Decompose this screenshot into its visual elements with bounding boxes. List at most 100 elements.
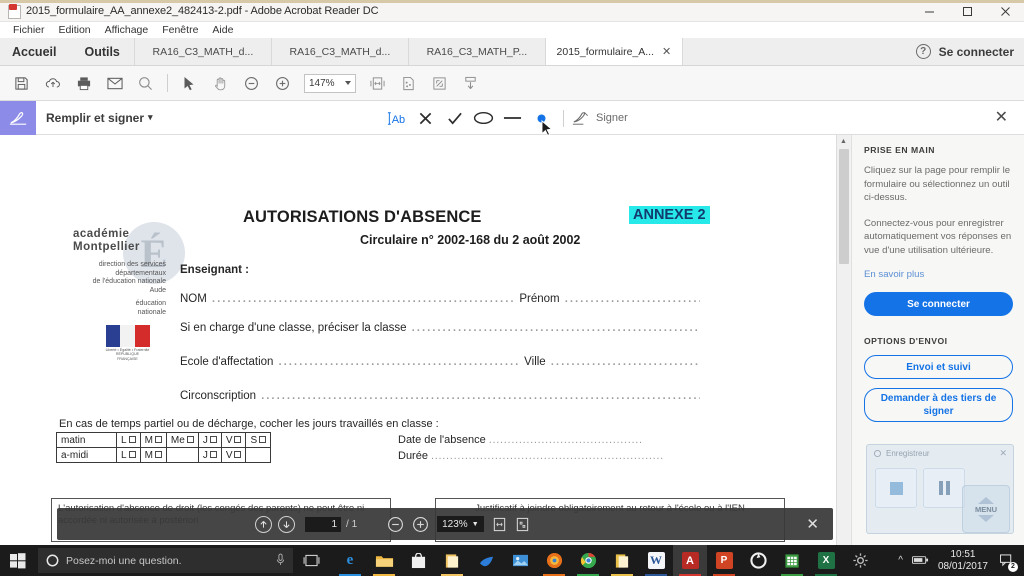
help-icon[interactable]: ? bbox=[916, 44, 931, 59]
cloud-upload-icon[interactable] bbox=[37, 68, 68, 99]
zoom-in-icon[interactable] bbox=[267, 68, 298, 99]
tab-document-3[interactable]: RA16_C3_MATH_P... bbox=[409, 38, 546, 65]
tab-accueil[interactable]: Accueil bbox=[0, 38, 70, 65]
taskbar-app-microsoft-store[interactable] bbox=[401, 545, 435, 576]
recorder-close-icon[interactable]: ✕ bbox=[999, 448, 1007, 459]
taskbar-app-word[interactable]: W bbox=[639, 545, 673, 576]
taskbar-app-notes[interactable] bbox=[435, 545, 469, 576]
cell-amidi-mardi[interactable]: M bbox=[140, 448, 166, 463]
checkbox-matin-mercredi[interactable] bbox=[187, 436, 194, 443]
checkbox-amidi-lundi[interactable] bbox=[129, 451, 136, 458]
cortana-search-box[interactable]: Posez-moi une question. bbox=[38, 548, 293, 573]
page-number-input[interactable]: 1 bbox=[305, 517, 341, 532]
minimize-button[interactable] bbox=[910, 0, 948, 22]
en-savoir-plus-link[interactable]: En savoir plus bbox=[864, 269, 1012, 280]
scroll-up-icon[interactable]: ▲ bbox=[837, 135, 850, 148]
cell-amidi-mercredi-empty[interactable] bbox=[166, 448, 198, 463]
microphone-icon[interactable] bbox=[276, 553, 285, 569]
tray-expand-caret-icon[interactable]: ^ bbox=[898, 555, 903, 566]
checkbox-matin-vendredi[interactable] bbox=[234, 436, 241, 443]
menu-aide[interactable]: Aide bbox=[205, 24, 240, 36]
ville-dotted-line[interactable]: ........................................… bbox=[550, 352, 700, 369]
checkbox-amidi-jeudi[interactable] bbox=[210, 451, 217, 458]
cell-matin-mercredi[interactable]: Me bbox=[166, 433, 198, 448]
viewer-vertical-scrollbar[interactable]: ▲ bbox=[836, 135, 850, 545]
menu-fichier[interactable]: Fichier bbox=[6, 24, 52, 36]
signer-button[interactable]: Signer bbox=[571, 110, 628, 127]
email-icon[interactable] bbox=[99, 68, 130, 99]
taskbar-app-open-sankore[interactable] bbox=[741, 545, 775, 576]
fit-page-icon[interactable] bbox=[393, 68, 424, 99]
taskbar-app-photos[interactable] bbox=[503, 545, 537, 576]
tab-document-1[interactable]: RA16_C3_MATH_d... bbox=[135, 38, 272, 65]
sign-in-link[interactable]: Se connecter bbox=[939, 45, 1014, 59]
zoom-out-icon[interactable] bbox=[236, 68, 267, 99]
checkbox-matin-mardi[interactable] bbox=[155, 436, 162, 443]
taskbar-app-acrobat-reader[interactable]: A bbox=[673, 545, 707, 576]
ecole-dotted-line[interactable]: ........................................… bbox=[278, 352, 520, 369]
cross-tool-icon[interactable] bbox=[411, 103, 440, 133]
checkbox-matin-samedi[interactable] bbox=[259, 436, 266, 443]
text-tool-icon[interactable]: Ab bbox=[382, 103, 411, 133]
next-page-icon[interactable] bbox=[278, 516, 295, 533]
envoi-et-suivi-button[interactable]: Envoi et suivi bbox=[864, 355, 1013, 379]
checkbox-matin-lundi[interactable] bbox=[129, 436, 136, 443]
taskbar-app-excel[interactable]: X bbox=[809, 545, 843, 576]
cell-matin-vendredi[interactable]: V bbox=[221, 433, 246, 448]
se-connecter-button[interactable]: Se connecter bbox=[864, 292, 1013, 316]
date-absence-dotted-line[interactable]: ........................................… bbox=[489, 434, 643, 446]
task-view-icon[interactable] bbox=[293, 554, 329, 567]
cell-amidi-lundi[interactable]: L bbox=[117, 448, 141, 463]
zoom-level-dropdown[interactable]: 147% bbox=[304, 74, 356, 93]
prenom-dotted-line[interactable]: ........................................… bbox=[564, 289, 700, 306]
scrollbar-thumb[interactable] bbox=[839, 149, 849, 264]
taskbar-app-teamviewer[interactable] bbox=[469, 545, 503, 576]
close-button[interactable] bbox=[986, 0, 1024, 22]
line-tool-icon[interactable] bbox=[498, 103, 527, 133]
notification-icon[interactable]: 2 bbox=[997, 551, 1017, 571]
tab-document-2[interactable]: RA16_C3_MATH_d... bbox=[272, 38, 409, 65]
fullscreen-icon[interactable] bbox=[424, 68, 455, 99]
taskbar-app-chrome[interactable] bbox=[571, 545, 605, 576]
close-fill-sign-icon[interactable]: ✕ bbox=[995, 110, 1008, 126]
maximize-button[interactable] bbox=[948, 0, 986, 22]
page-nav-zoom-out-icon[interactable] bbox=[387, 516, 404, 533]
circonscription-dotted-line[interactable]: ........................................… bbox=[261, 386, 700, 403]
search-icon[interactable] bbox=[130, 68, 161, 99]
cell-matin-jeudi[interactable]: J bbox=[198, 433, 221, 448]
windows-start-icon[interactable] bbox=[0, 545, 36, 576]
recorder-stop-button[interactable] bbox=[875, 468, 917, 508]
close-page-nav-icon[interactable]: ✕ bbox=[806, 517, 819, 532]
tab-document-4-active[interactable]: 2015_formulaire_A... ✕ bbox=[546, 38, 683, 65]
page-nav-fit-page-icon[interactable] bbox=[492, 517, 507, 532]
battery-icon[interactable] bbox=[912, 552, 929, 570]
taskbar-app-settings[interactable] bbox=[843, 545, 877, 576]
menu-fenetre[interactable]: Fenêtre bbox=[155, 24, 205, 36]
cell-matin-samedi[interactable]: S bbox=[246, 433, 271, 448]
nom-dotted-line[interactable]: ........................................… bbox=[211, 289, 515, 306]
clock[interactable]: 10:51 08/01/2017 bbox=[938, 549, 988, 573]
pdf-page[interactable]: AUTORISATIONS D'ABSENCE Circulaire n° 20… bbox=[43, 135, 791, 545]
page-nav-zoom-in-icon[interactable] bbox=[412, 516, 429, 533]
cell-matin-lundi[interactable]: L bbox=[117, 433, 141, 448]
page-nav-zoom-dropdown[interactable]: 123% ▼ bbox=[437, 516, 484, 532]
checkmark-tool-icon[interactable] bbox=[440, 103, 469, 133]
taskbar-app-notepad[interactable] bbox=[605, 545, 639, 576]
checkbox-amidi-mardi[interactable] bbox=[155, 451, 162, 458]
menu-affichage[interactable]: Affichage bbox=[98, 24, 156, 36]
checkbox-amidi-vendredi[interactable] bbox=[234, 451, 241, 458]
hand-icon[interactable] bbox=[205, 68, 236, 99]
fill-sign-title[interactable]: Remplir et signer ▾ bbox=[46, 111, 153, 125]
tab-outils[interactable]: Outils bbox=[70, 38, 134, 65]
ellipse-tool-icon[interactable] bbox=[469, 103, 498, 133]
fit-width-icon[interactable] bbox=[362, 68, 393, 99]
taskbar-app-libreoffice-calc[interactable] bbox=[775, 545, 809, 576]
taskbar-app-file-explorer[interactable] bbox=[367, 545, 401, 576]
tab-close-icon[interactable]: ✕ bbox=[662, 45, 671, 58]
menu-edition[interactable]: Edition bbox=[52, 24, 98, 36]
select-cursor-icon[interactable] bbox=[174, 68, 205, 99]
classe-dotted-line[interactable]: ........................................… bbox=[411, 318, 700, 335]
recorder-pause-button[interactable] bbox=[923, 468, 965, 508]
checkbox-matin-jeudi[interactable] bbox=[210, 436, 217, 443]
taskbar-app-edge[interactable]: e bbox=[333, 545, 367, 576]
